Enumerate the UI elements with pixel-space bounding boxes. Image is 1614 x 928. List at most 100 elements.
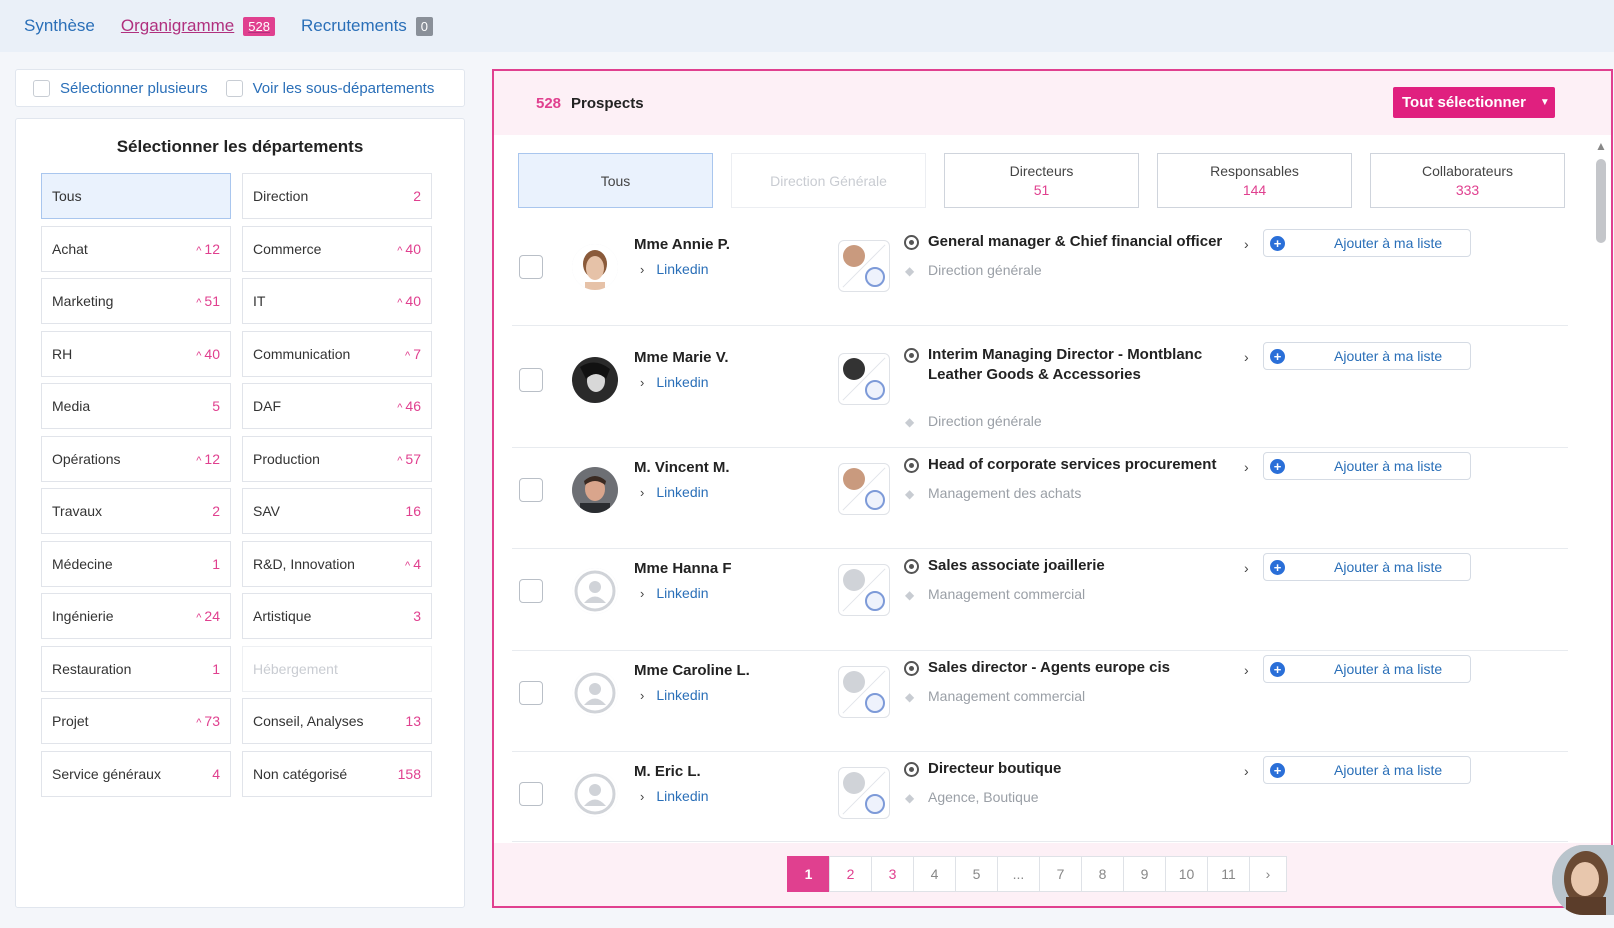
plus-icon: + [1270, 348, 1285, 364]
level-tab-label: Direction Générale [770, 172, 887, 189]
department-label: Communication [253, 345, 351, 362]
linkedin-link[interactable]: › Linkedin [640, 687, 709, 703]
select-all-button[interactable]: Tout sélectionner ▼ [1393, 87, 1555, 118]
linkedin-link[interactable]: › Linkedin [640, 585, 709, 601]
department-right-5[interactable]: Production ^ 57 [242, 435, 432, 482]
support-chat-avatar[interactable] [1552, 845, 1614, 915]
linkedin-label: Linkedin [656, 585, 709, 601]
add-to-list-button[interactable]: + Ajouter à ma liste [1263, 452, 1471, 480]
row-checkbox[interactable] [519, 681, 543, 705]
department-left-10[interactable]: Projet ^ 73 [41, 698, 231, 744]
add-to-list-label: Ajouter à ma liste [1334, 559, 1443, 575]
department-right-10[interactable]: Conseil, Analyses 13 [242, 698, 432, 744]
department-left-11[interactable]: Service généraux 4 [41, 750, 231, 797]
prospect-name: Mme Caroline L. [634, 662, 750, 679]
department-left-5[interactable]: Opérations ^ 12 [41, 435, 231, 482]
chevron-right-icon[interactable]: › [1244, 560, 1249, 576]
department-count-value: 2 [212, 503, 220, 519]
level-tab-2[interactable]: Directeurs 51 [944, 153, 1139, 208]
row-checkbox[interactable] [519, 368, 543, 392]
expand-up-icon: ^ [405, 559, 411, 572]
tab-recrutements[interactable]: Recrutements 0 [301, 16, 434, 36]
page-button[interactable]: 5 [955, 856, 998, 892]
level-tab-3[interactable]: Responsables 144 [1157, 153, 1352, 208]
row-checkbox[interactable] [519, 579, 543, 603]
department-count: ^ 12 [196, 451, 220, 467]
linkedin-label: Linkedin [656, 261, 709, 277]
organigramme-count-badge: 528 [243, 16, 275, 36]
page-button[interactable]: 2 [829, 856, 872, 892]
chevron-right-icon[interactable]: › [1244, 459, 1249, 475]
page-button[interactable]: 7 [1039, 856, 1082, 892]
department-count: ^ 4 [405, 556, 421, 572]
department-label: Achat [52, 240, 88, 257]
department-right-1[interactable]: Commerce ^ 40 [242, 225, 432, 272]
show-subdepartments-checkbox[interactable] [225, 79, 243, 97]
department-right-6[interactable]: SAV 16 [242, 488, 432, 534]
department-right-8[interactable]: Artistique 3 [242, 593, 432, 639]
chevron-right-icon[interactable]: › [1244, 662, 1249, 678]
level-tab-0[interactable]: Tous [518, 153, 713, 208]
page-button[interactable]: 4 [913, 856, 956, 892]
department-count: ^ 7 [405, 346, 421, 362]
department-count-value: 12 [204, 450, 220, 467]
department-left-3[interactable]: RH ^ 40 [41, 330, 231, 377]
linkedin-link[interactable]: › Linkedin [640, 261, 709, 277]
department-left-8[interactable]: Ingénierie ^ 24 [41, 593, 231, 639]
linkedin-link[interactable]: › Linkedin [640, 788, 709, 804]
table-row: Mme Annie P. › Linkedin General manager & C… [512, 225, 1568, 326]
page-button[interactable]: 10 [1165, 856, 1208, 892]
department-left-7[interactable]: Médecine 1 [41, 540, 231, 587]
department-right-0[interactable]: Direction 2 [242, 173, 432, 219]
scrollbar[interactable]: ▲ [1595, 139, 1607, 829]
table-row: M. Vincent M. › Linkedin Head of corporate … [512, 448, 1568, 549]
page-button[interactable]: 1 [787, 856, 830, 892]
profile-mini-card [838, 767, 890, 819]
department-count-value: 5 [212, 398, 220, 414]
job-title: Directeur boutique [928, 760, 1062, 777]
scroll-up-icon[interactable]: ▲ [1595, 139, 1607, 153]
row-checkbox[interactable] [519, 478, 543, 502]
select-multiple-option[interactable]: Sélectionner plusieurs [33, 79, 208, 97]
department-left-4[interactable]: Media 5 [41, 383, 231, 429]
add-to-list-button[interactable]: + Ajouter à ma liste [1263, 655, 1471, 683]
department-left-6[interactable]: Travaux 2 [41, 488, 231, 534]
page-button[interactable]: 11 [1207, 856, 1250, 892]
add-to-list-button[interactable]: + Ajouter à ma liste [1263, 553, 1471, 581]
scrollbar-thumb[interactable] [1596, 159, 1606, 243]
page-button[interactable]: 8 [1081, 856, 1124, 892]
next-page-button[interactable]: › [1249, 856, 1287, 892]
select-multiple-checkbox[interactable] [33, 79, 50, 97]
department-left-2[interactable]: Marketing ^ 51 [41, 278, 231, 324]
department-right-7[interactable]: R&D, Innovation ^ 4 [242, 540, 432, 587]
linkedin-link[interactable]: › Linkedin [640, 484, 709, 500]
level-tab-label: Tous [600, 172, 631, 189]
department-right-4[interactable]: DAF ^ 46 [242, 383, 432, 429]
chevron-right-icon[interactable]: › [1244, 236, 1249, 252]
linkedin-link[interactable]: › Linkedin [640, 374, 709, 390]
expand-up-icon: ^ [196, 717, 202, 729]
pagination-bar: 1 2 3 4 5... 7 8 9 10 11 › [494, 843, 1611, 906]
chevron-right-icon[interactable]: › [1244, 349, 1249, 365]
page-button[interactable]: 9 [1123, 856, 1166, 892]
department-left-0[interactable]: Tous [41, 173, 231, 219]
select-multiple-label: Sélectionner plusieurs [60, 79, 208, 97]
add-to-list-button[interactable]: + Ajouter à ma liste [1263, 756, 1471, 784]
department-right-2[interactable]: IT ^ 40 [242, 278, 432, 324]
department-right-3[interactable]: Communication ^ 7 [242, 330, 432, 377]
department-right-11[interactable]: Non catégorisé 158 [242, 750, 432, 797]
department-left-1[interactable]: Achat ^ 12 [41, 225, 231, 272]
page-button[interactable]: 3 [871, 856, 914, 892]
show-subdepartments-option[interactable]: Voir les sous-départements [225, 79, 434, 97]
table-row: Mme Caroline L. › Linkedin Sales director -… [512, 651, 1568, 752]
prospect-name: Mme Marie V. [634, 349, 729, 366]
department-left-9[interactable]: Restauration 1 [41, 645, 231, 692]
tab-synthese[interactable]: Synthèse [24, 16, 95, 36]
chevron-right-icon[interactable]: › [1244, 763, 1249, 779]
level-tab-4[interactable]: Collaborateurs 333 [1370, 153, 1565, 208]
row-checkbox[interactable] [519, 255, 543, 279]
add-to-list-button[interactable]: + Ajouter à ma liste [1263, 342, 1471, 370]
tab-organigramme[interactable]: Organigramme 528 [121, 16, 275, 36]
row-checkbox[interactable] [519, 782, 543, 806]
add-to-list-button[interactable]: + Ajouter à ma liste [1263, 229, 1471, 257]
